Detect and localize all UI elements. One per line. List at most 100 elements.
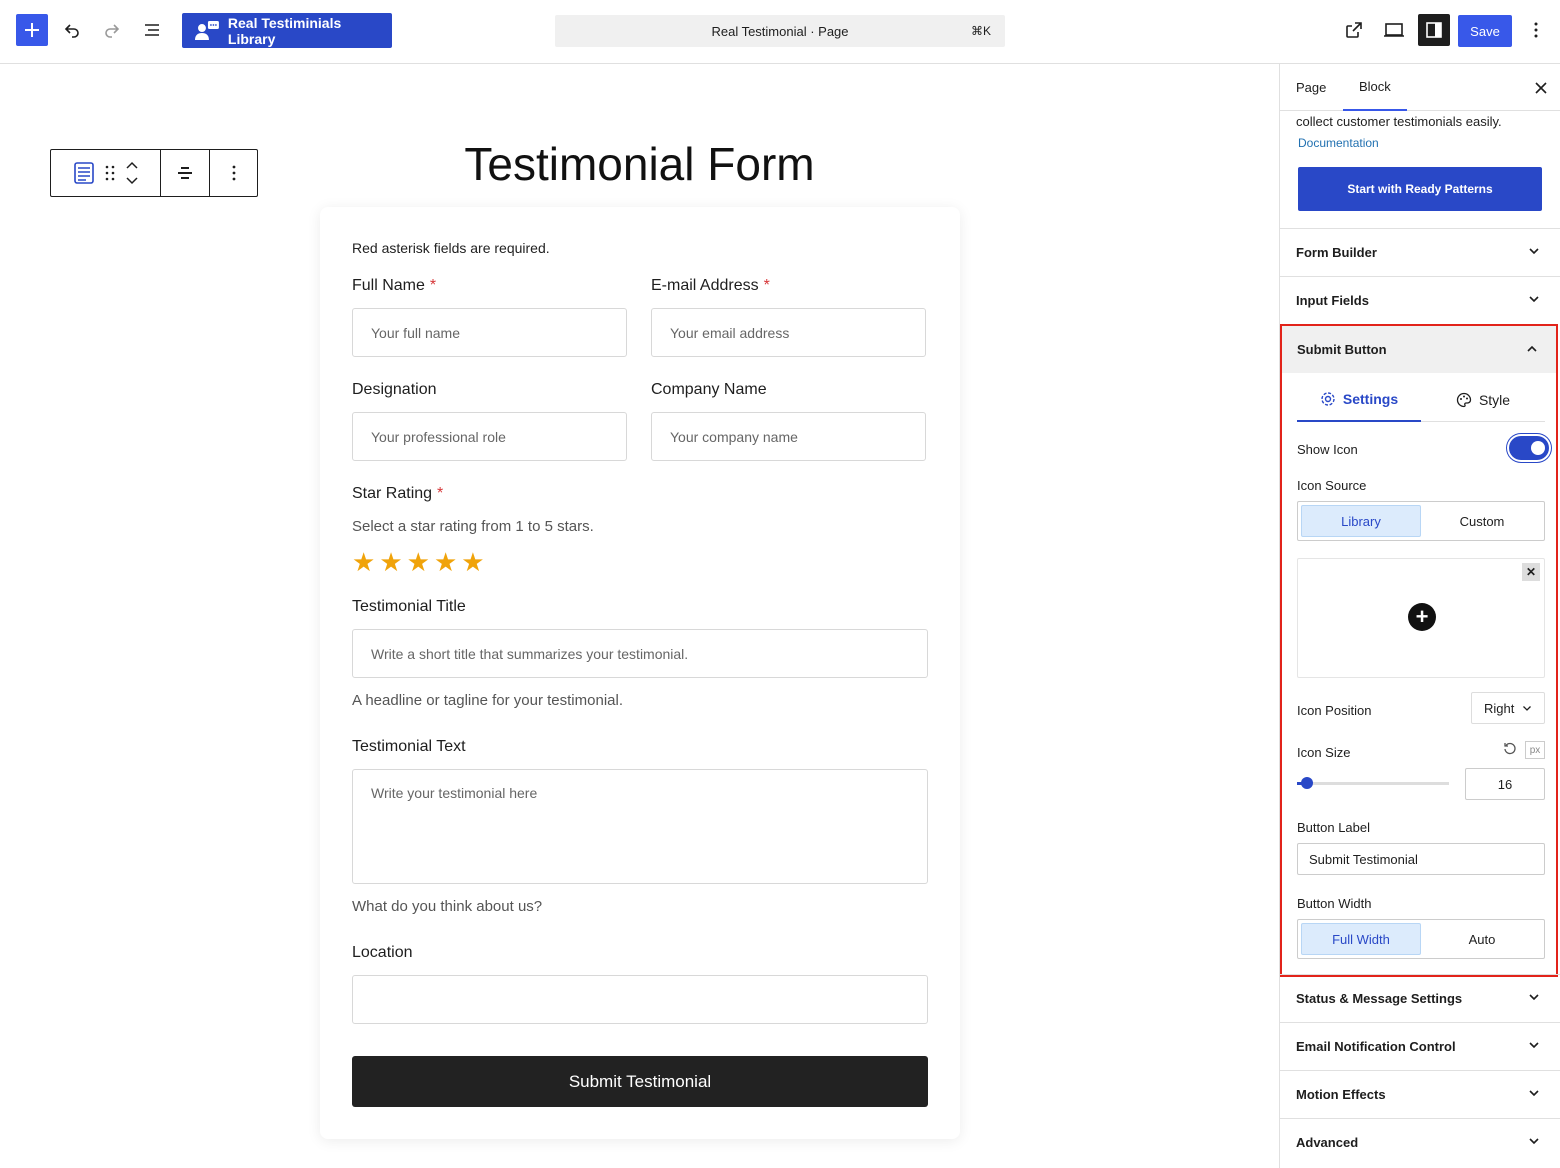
tab-style-label: Style <box>1478 392 1511 408</box>
chevron-down-icon <box>1529 994 1539 1001</box>
more-vertical-icon <box>232 165 235 181</box>
tab-style[interactable]: Style <box>1421 378 1545 422</box>
width-auto[interactable]: Auto <box>1423 923 1541 955</box>
width-full[interactable]: Full Width <box>1301 923 1421 955</box>
sidebar-icon <box>1426 22 1442 38</box>
block-type-group <box>51 150 161 196</box>
toggle-knob <box>1531 441 1545 455</box>
tab-page[interactable]: Page <box>1280 64 1342 111</box>
icon-picker[interactable]: ✕ + <box>1297 558 1545 678</box>
start-patterns-button[interactable]: Start with Ready Patterns <box>1298 167 1542 211</box>
chevron-down-icon <box>1529 296 1539 303</box>
documentation-link[interactable]: Documentation <box>1298 136 1379 150</box>
slider-thumb[interactable] <box>1301 777 1313 789</box>
icon-position-select[interactable]: Right <box>1471 692 1545 724</box>
unit-badge[interactable]: px <box>1525 741 1545 759</box>
document-title: Real Testimonial · Page <box>711 23 849 39</box>
panel-submit-button: Submit Button Settings Style Show Icon I… <box>1280 324 1558 977</box>
icon-size-label: Icon Size <box>1297 745 1351 760</box>
panel-title: Submit Button <box>1297 342 1387 357</box>
testimonial-title-input[interactable]: Write a short title that summarizes your… <box>352 629 928 678</box>
company-input[interactable]: Your company name <box>651 412 926 461</box>
icon-source-library[interactable]: Library <box>1301 505 1421 537</box>
form-block-icon[interactable] <box>73 161 95 185</box>
company-label: Company Name <box>651 381 767 398</box>
move-up-down-icon[interactable] <box>125 160 139 186</box>
reset-icon[interactable] <box>1503 742 1517 760</box>
options-menu-button[interactable] <box>1520 14 1552 46</box>
testimonial-text-label: Testimonial Text <box>352 738 466 755</box>
star-rating-label: Star Rating * <box>352 485 443 503</box>
settings-sidebar-toggle[interactable] <box>1418 14 1450 46</box>
icon-size-input[interactable]: 16 <box>1465 768 1545 800</box>
star-rating-help: Select a star rating from 1 to 5 stars. <box>352 518 594 535</box>
command-palette-bar[interactable]: Real Testimonial · Page ⌘K <box>555 15 1005 47</box>
required-asterisk: * <box>429 277 437 294</box>
star-icon[interactable]: ★ <box>352 547 375 578</box>
align-button[interactable] <box>161 150 210 196</box>
submit-testimonial-button[interactable]: Submit Testimonial <box>352 1056 928 1107</box>
close-sidebar-button[interactable] <box>1535 78 1547 99</box>
location-input[interactable] <box>352 975 928 1024</box>
tab-settings[interactable]: Settings <box>1297 378 1421 422</box>
panel-input-fields[interactable]: Input Fields <box>1280 276 1560 324</box>
submit-button-panel-header[interactable]: Submit Button <box>1282 326 1556 373</box>
designation-input[interactable]: Your professional role <box>352 412 627 461</box>
save-button[interactable]: Save <box>1458 15 1512 47</box>
panel-form-builder[interactable]: Form Builder <box>1280 228 1560 276</box>
testimonial-text-textarea[interactable]: Write your testimonial here <box>352 769 928 884</box>
testimonial-title-label: Testimonial Title <box>352 598 466 615</box>
chevron-down-icon <box>1529 1042 1539 1049</box>
icon-source-custom[interactable]: Custom <box>1423 505 1541 537</box>
show-icon-toggle[interactable] <box>1509 436 1549 460</box>
button-label-input[interactable]: Submit Testimonial <box>1297 843 1545 875</box>
panel-title: Status & Message Settings <box>1296 991 1463 1006</box>
icon-source-selector: Library Custom <box>1297 501 1545 541</box>
star-icon[interactable]: ★ <box>434 547 457 578</box>
block-description: collect customer testimonials easily. <box>1296 114 1502 129</box>
list-view-icon <box>145 24 159 36</box>
required-asterisk: * <box>437 485 444 502</box>
undo-icon <box>64 24 79 38</box>
email-input[interactable]: Your email address <box>651 308 926 357</box>
desktop-icon <box>1384 23 1404 37</box>
redo-button[interactable] <box>96 14 128 46</box>
gear-icon <box>1321 392 1335 406</box>
kebab-icon <box>1534 22 1538 38</box>
panel-motion-effects[interactable]: Motion Effects <box>1280 1070 1560 1118</box>
testimonial-user-icon <box>194 20 219 40</box>
icon-size-slider[interactable] <box>1297 777 1449 789</box>
tab-settings-label: Settings <box>1342 391 1399 407</box>
panel-title: Form Builder <box>1296 245 1377 260</box>
panel-advanced[interactable]: Advanced <box>1280 1118 1560 1166</box>
view-page-button[interactable] <box>1338 14 1370 46</box>
star-icon[interactable]: ★ <box>461 547 484 578</box>
full-name-input[interactable]: Your full name <box>352 308 627 357</box>
block-options-button[interactable] <box>210 150 257 196</box>
document-overview-button[interactable] <box>136 14 168 46</box>
submit-sub-tabs: Settings Style <box>1297 378 1545 422</box>
star-icon[interactable]: ★ <box>407 547 430 578</box>
plugin-library-button[interactable]: Real Testiminials Library <box>182 13 392 48</box>
panel-email-notification[interactable]: Email Notification Control <box>1280 1022 1560 1070</box>
icon-position-value: Right <box>1484 700 1515 716</box>
close-icon <box>1535 82 1547 94</box>
add-block-button[interactable] <box>16 14 48 46</box>
device-preview-button[interactable] <box>1378 14 1410 46</box>
required-note: Red asterisk fields are required. <box>352 240 550 256</box>
icon-position-label: Icon Position <box>1297 703 1372 718</box>
email-label-text: E-mail Address <box>651 277 759 294</box>
panel-status-message[interactable]: Status & Message Settings <box>1280 974 1560 1022</box>
plus-icon <box>25 23 39 37</box>
star-icon[interactable]: ★ <box>379 547 402 578</box>
required-asterisk: * <box>763 277 770 294</box>
panel-title: Email Notification Control <box>1296 1039 1456 1054</box>
undo-button[interactable] <box>56 14 88 46</box>
chevron-down-icon <box>1529 1138 1539 1145</box>
tab-block[interactable]: Block <box>1343 64 1407 111</box>
panel-title: Input Fields <box>1296 293 1369 308</box>
email-label: E-mail Address * <box>651 277 770 295</box>
drag-handle-icon[interactable] <box>105 165 115 181</box>
full-name-label-text: Full Name <box>352 277 425 294</box>
remove-icon-button[interactable]: ✕ <box>1522 563 1540 581</box>
